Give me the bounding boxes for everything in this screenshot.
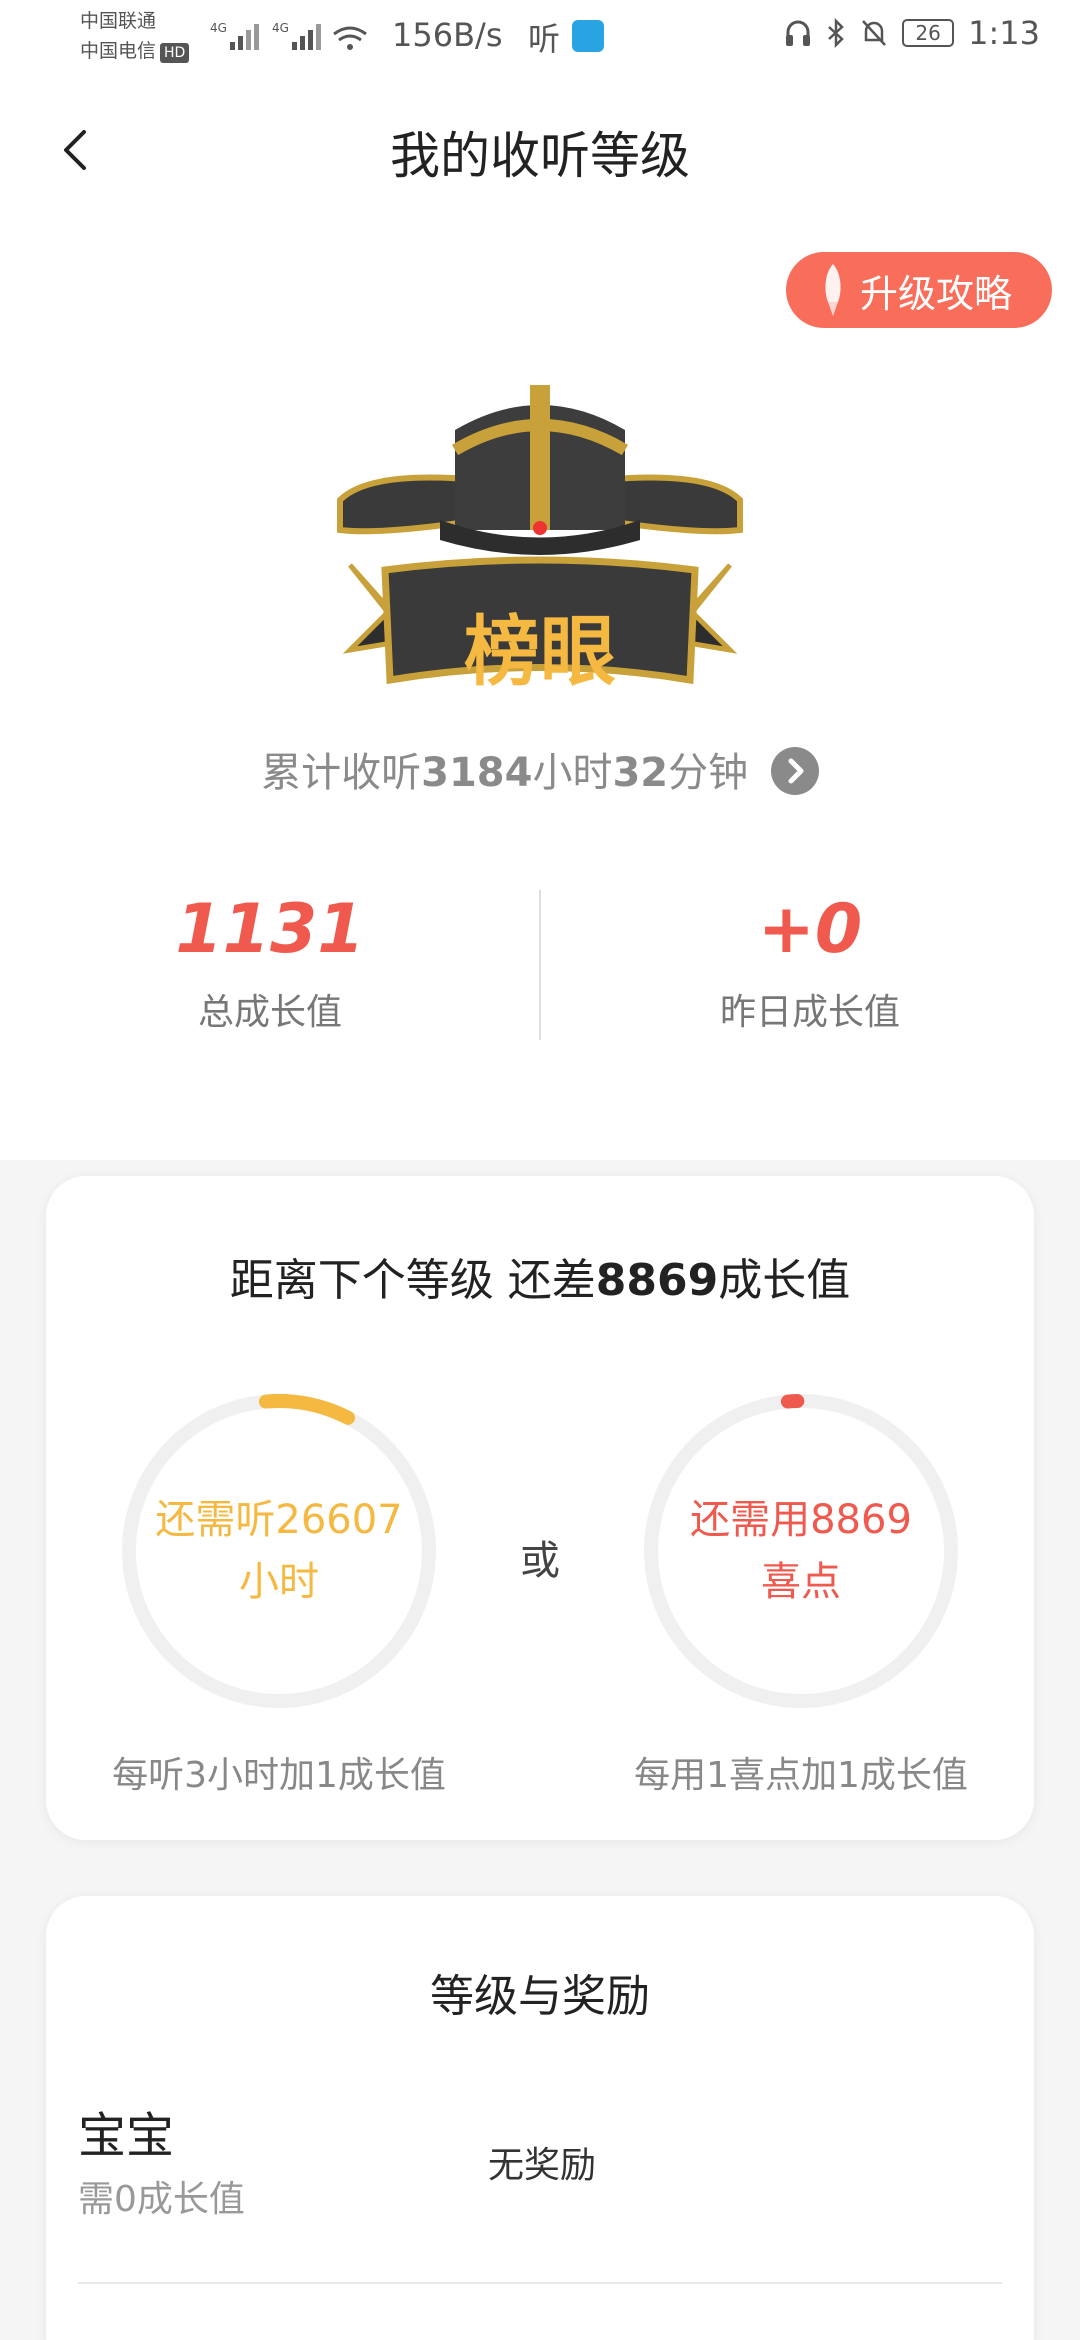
listen-hours-unit: 小时 [532, 750, 613, 796]
next-level-suffix: 成长值 [718, 1255, 851, 1306]
next-level-prefix: 距离下个等级 还差 [229, 1255, 596, 1306]
next-level-card: 距离下个等级 还差8869成长值 还需听26607 小时 或 还需用8869 喜… [46, 1176, 1034, 1840]
total-growth-label: 总成长值 [197, 992, 342, 1033]
xidian-progress-ring: 还需用8869 喜点 [636, 1386, 966, 1716]
signal-1-label: 4G [210, 21, 227, 35]
clock: 1:13 [968, 14, 1040, 52]
reward-level-requirement: 需0成长值 [78, 2179, 245, 2220]
level-rewards-card: 等级与奖励 宝宝 需0成长值 无奖励 [46, 1896, 1034, 2340]
listen-progress-ring: 还需听26607 小时 [114, 1386, 444, 1716]
level-name: 榜眼 [464, 607, 616, 696]
reward-level-name: 宝宝 [78, 2108, 175, 2164]
rewards-title: 等级与奖励 [430, 1971, 650, 2022]
total-growth-value: 1131 [175, 890, 365, 969]
or-separator: 或 [520, 1538, 560, 1584]
listen-minutes-unit: 分钟 [668, 750, 749, 796]
chevron-right-icon [770, 747, 819, 795]
page-title: 我的收听等级 [390, 127, 690, 185]
app-text: 听 [528, 20, 561, 58]
headphones-icon [786, 20, 811, 46]
reward-description: 无奖励 [488, 2145, 597, 2186]
listen-prefix: 累计收听 [261, 750, 422, 796]
yesterday-growth-value: +0 [757, 890, 863, 969]
xidian-rule-note: 每用1喜点加1成长值 [634, 1755, 968, 1796]
listen-hours: 3184 [421, 750, 533, 796]
mute-bell-icon [862, 20, 887, 46]
reward-row: 宝宝 需0成长值 无奖励 [78, 2096, 1002, 2284]
yesterday-growth-label: 昨日成长值 [719, 992, 900, 1033]
yesterday-growth-stat: +0 昨日成长值 [540, 890, 1080, 1035]
status-right: 26 1:13 [784, 14, 1040, 52]
listen-needed-line2: 小时 [239, 1559, 319, 1605]
remaining-growth: 8869 [595, 1255, 719, 1306]
upgrade-guide-button[interactable]: 升级攻略 [786, 252, 1052, 328]
hd-badge: HD [160, 43, 190, 63]
network-speed: 156B/s [392, 16, 503, 54]
upgrade-guide-label: 升级攻略 [860, 271, 1013, 316]
total-growth-stat: 1131 总成长值 [0, 890, 540, 1035]
signal-icons: 4G 4G [210, 18, 380, 58]
xidian-needed-line1: 还需用8869 [690, 1497, 912, 1543]
status-bar: 中国联通 中国电信 HD 4G 4G 156B/s 听 26 1:13 [0, 0, 1080, 76]
xidian-needed-line2: 喜点 [761, 1559, 841, 1605]
signal-2-label: 4G [272, 21, 289, 35]
wifi-icon [333, 26, 367, 42]
next-level-title: 距离下个等级 还差8869成长值 [46, 1244, 1034, 1308]
rocket-icon [825, 264, 841, 316]
listen-rule-note: 每听3小时加1成长值 [112, 1755, 446, 1796]
listen-minutes: 32 [612, 750, 669, 796]
carrier-2: 中国电信 [80, 40, 157, 62]
carrier-info: 中国联通 中国电信 HD [80, 6, 190, 66]
nav-bar: 我的收听等级 [0, 100, 1080, 200]
battery-icon: 26 [902, 19, 955, 47]
total-listening-link[interactable]: 累计收听3184小时32分钟 [0, 740, 1080, 799]
bluetooth-icon [828, 18, 844, 48]
app-notification-icon [572, 20, 604, 52]
listen-needed-line1: 还需听26607 [155, 1497, 403, 1543]
carrier-1: 中国联通 [80, 10, 157, 32]
